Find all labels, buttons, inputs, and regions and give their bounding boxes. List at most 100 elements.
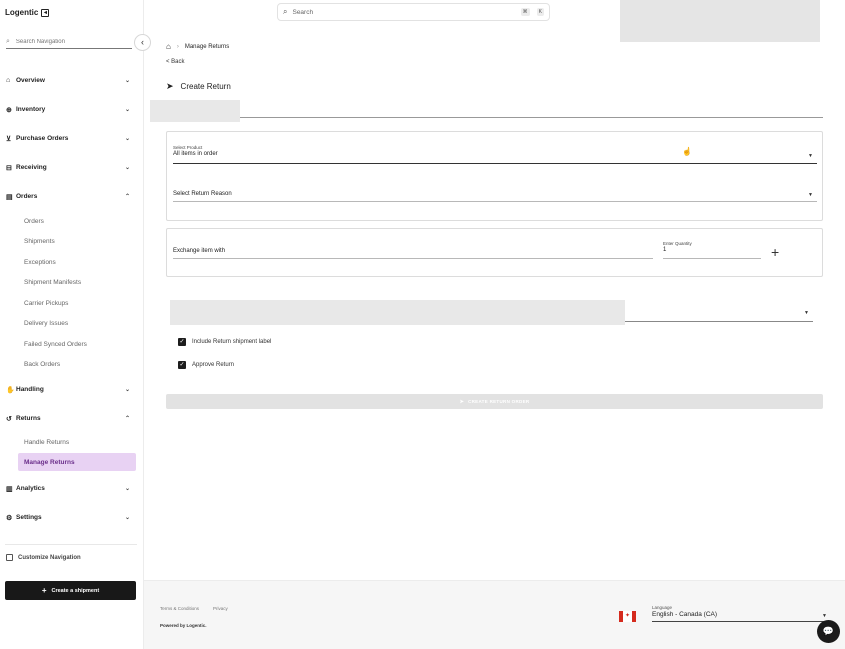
- chevron-left-icon: ‹: [141, 37, 144, 47]
- tabs-underline: [150, 117, 823, 118]
- customize-label: Customize Navigation: [18, 554, 81, 561]
- dropdown-caret-icon: ▼: [822, 613, 827, 619]
- privacy-link[interactable]: Privacy: [213, 606, 228, 611]
- dropdown-caret-icon[interactable]: ▼: [804, 310, 809, 316]
- sidebar-subitem-shipment-manifests[interactable]: Shipment Manifests: [0, 273, 143, 294]
- chat-support-button[interactable]: 💬: [817, 620, 840, 643]
- collapse-sidebar-button[interactable]: ‹: [134, 34, 151, 51]
- include-label-text: Include Return shipment label: [192, 339, 272, 345]
- quantity-label: Enter Quantity: [663, 241, 692, 246]
- home-icon[interactable]: ⌂: [166, 42, 171, 51]
- sidebar-subitem-handle-returns[interactable]: Handle Returns: [0, 433, 143, 452]
- sidebar-subitem-carrier-pickups[interactable]: Carrier Pickups: [0, 293, 143, 314]
- language-select[interactable]: Language English - Canada (CA) ▼: [652, 605, 827, 622]
- sidebar-toggle-icon[interactable]: ◂: [41, 8, 50, 17]
- create-shipment-button[interactable]: + Create a shipment: [5, 581, 136, 600]
- search-icon: ⌕: [283, 7, 288, 16]
- approve-return-text: Approve Return: [192, 362, 235, 368]
- sidebar-item-orders[interactable]: ▤ Orders ⌃: [0, 182, 143, 211]
- sidebar-item-label: Purchase Orders: [16, 135, 69, 142]
- sidebar-item-label: Handling: [16, 386, 44, 393]
- global-search[interactable]: ⌕ Search ⌘ K: [277, 3, 550, 21]
- sidebar-item-purchase-orders[interactable]: ⊻ Purchase Orders ⌄: [0, 124, 143, 153]
- page-title-text: Create Return: [180, 82, 231, 91]
- return-reason-placeholder: Select Return Reason: [173, 191, 232, 197]
- document-icon: ▤: [6, 193, 13, 201]
- select-product-value: All items in order: [173, 151, 218, 157]
- dropdown-caret-icon: ▼: [808, 192, 813, 198]
- customize-checkbox[interactable]: [6, 554, 13, 561]
- exchange-item-placeholder: Exchange item with: [173, 248, 226, 254]
- shortcut-cmd: ⌘: [520, 8, 530, 16]
- sidebar-subitem-manage-returns[interactable]: Manage Returns: [18, 453, 136, 471]
- chevron-down-icon: ⌄: [124, 136, 130, 142]
- chevron-down-icon: ⌄: [124, 387, 130, 393]
- sidebar-subitem-shipments[interactable]: Shipments: [0, 232, 143, 253]
- home-icon: ⌂: [6, 77, 11, 84]
- canada-flag-icon: ✦: [619, 611, 636, 622]
- add-exchange-item-button[interactable]: +: [771, 244, 779, 260]
- sidebar-subitem-orders[interactable]: Orders: [0, 211, 143, 232]
- chevron-up-icon: ⌃: [124, 416, 130, 422]
- chevron-down-icon: ⌄: [124, 165, 130, 171]
- approve-return-checkbox-row[interactable]: ✓ Approve Return: [178, 361, 234, 369]
- sidebar-subitem-delivery-issues[interactable]: Delivery Issues: [0, 314, 143, 335]
- select-underline[interactable]: [625, 321, 813, 322]
- sidebar-item-returns[interactable]: ↺ Returns ⌃: [0, 404, 143, 433]
- sidebar: Logentic ◂ ⌕ ⌂ Overview ⌄ ⊕ Inventory ⌄ …: [0, 0, 144, 649]
- back-link[interactable]: < Back: [166, 59, 185, 65]
- select-product-field[interactable]: Select Product All items in order ▼: [173, 145, 817, 164]
- placeholder-block: [620, 0, 820, 42]
- plus-icon: +: [771, 244, 780, 260]
- select-placeholder-block: [170, 300, 625, 325]
- dropdown-caret-icon: ▼: [808, 153, 813, 159]
- sidebar-item-overview[interactable]: ⌂ Overview ⌄: [0, 66, 143, 95]
- sidebar-item-handling[interactable]: ✋ Handling ⌄: [0, 375, 143, 404]
- shortcut-key: K: [536, 8, 544, 16]
- sidebar-subitem-exceptions[interactable]: Exceptions: [0, 252, 143, 273]
- send-icon: ➤: [459, 398, 465, 405]
- box-icon: ⊕: [6, 106, 12, 114]
- create-return-order-label: CREATE RETURN ORDER: [468, 399, 530, 404]
- sidebar-item-label: Analytics: [16, 485, 45, 492]
- sidebar-subitem-back-orders[interactable]: Back Orders: [0, 355, 143, 376]
- quantity-field[interactable]: Enter Quantity 1: [663, 241, 761, 259]
- chevron-down-icon: ⌄: [124, 486, 130, 492]
- sidebar-item-receiving[interactable]: ⊟ Receiving ⌄: [0, 153, 143, 182]
- global-search-placeholder: Search: [292, 8, 314, 16]
- chevron-up-icon: ⌃: [124, 194, 130, 200]
- include-label-checkbox-row[interactable]: ✓ Include Return shipment label: [178, 338, 271, 346]
- gear-icon: ⚙: [6, 514, 13, 522]
- return-reason-field[interactable]: Select Return Reason ▼: [173, 190, 817, 202]
- sidebar-item-label: Settings: [16, 514, 42, 521]
- breadcrumb-separator: ›: [176, 43, 179, 50]
- approve-return-checkbox[interactable]: ✓: [178, 361, 186, 369]
- exchange-item-field[interactable]: Exchange item with: [173, 247, 653, 259]
- sidebar-nav: ⌂ Overview ⌄ ⊕ Inventory ⌄ ⊻ Purchase Or…: [0, 66, 143, 532]
- sidebar-subitem-failed-synced-orders[interactable]: Failed Synced Orders: [0, 334, 143, 355]
- create-return-order-button[interactable]: ➤ CREATE RETURN ORDER: [166, 394, 823, 409]
- sidebar-item-inventory[interactable]: ⊕ Inventory ⌄: [0, 95, 143, 124]
- nav-search-input[interactable]: [15, 39, 121, 45]
- create-shipment-label: Create a shipment: [51, 587, 100, 594]
- receiving-icon: ⊟: [6, 164, 12, 172]
- plus-icon: +: [41, 586, 47, 595]
- customize-navigation[interactable]: Customize Navigation: [6, 554, 81, 561]
- footer: Terms & Conditions Privacy Powered by Lo…: [144, 580, 845, 649]
- terms-link[interactable]: Terms & Conditions: [160, 606, 199, 611]
- cart-icon: ⊻: [6, 135, 12, 143]
- breadcrumb: ⌂ › Manage Returns: [166, 42, 229, 51]
- chevron-down-icon: ⌄: [124, 515, 130, 521]
- include-label-checkbox[interactable]: ✓: [178, 338, 186, 346]
- sidebar-item-analytics[interactable]: ▥ Analytics ⌄: [0, 474, 143, 503]
- breadcrumb-current: Manage Returns: [184, 43, 230, 50]
- bar-chart-icon: ▥: [6, 485, 13, 493]
- chevron-down-icon: ⌄: [124, 78, 130, 84]
- powered-by: Powered by Logentic.: [160, 623, 207, 628]
- exchange-card: Exchange item with Enter Quantity 1: [166, 228, 823, 277]
- sidebar-item-label: Orders: [16, 193, 38, 200]
- brand-name: Logentic: [5, 8, 39, 17]
- page-title: ➤ Create Return: [166, 81, 231, 92]
- sidebar-divider: [5, 544, 137, 545]
- sidebar-item-settings[interactable]: ⚙ Settings ⌄: [0, 503, 143, 532]
